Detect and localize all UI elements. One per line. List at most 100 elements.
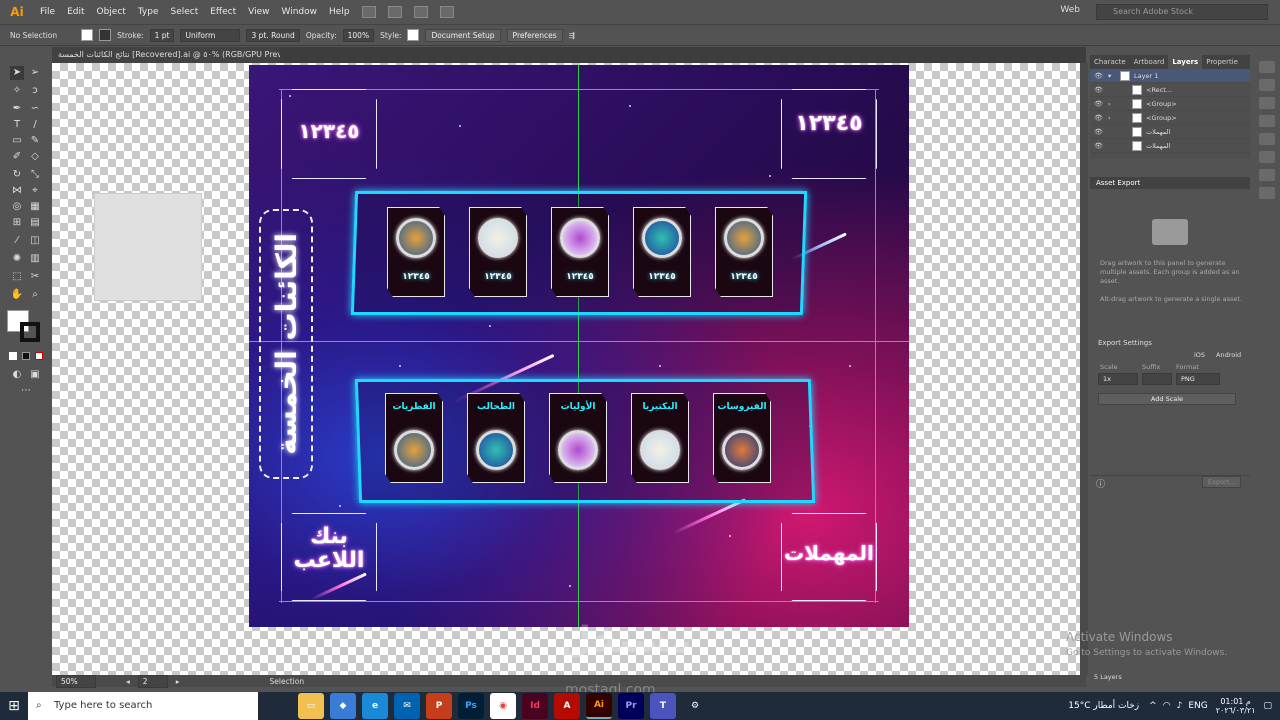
opacity-field[interactable]: 100% <box>342 28 375 42</box>
eye-icon[interactable]: 👁 <box>1094 100 1104 108</box>
layer-row[interactable]: 👁 ▾ Layer 1 <box>1090 69 1250 83</box>
eyedropper-icon[interactable]: ⁄ <box>10 234 24 248</box>
document-setup-button[interactable]: Document Setup <box>425 28 501 42</box>
format-select[interactable]: PNG <box>1176 373 1220 385</box>
gradient-panel-icon[interactable] <box>1259 151 1275 163</box>
preferences-button[interactable]: Preferences <box>506 28 563 42</box>
card[interactable]: البكتيريا <box>631 393 689 483</box>
guide-line[interactable] <box>578 65 579 627</box>
canvas-area[interactable]: ١٢٣٤٥ ١٢٣٤٥ بنك اللاعب المهملات الكائنات… <box>52 63 1086 675</box>
selection-tool-icon[interactable]: ➤ <box>10 66 24 80</box>
zoom-tool-icon[interactable]: ⌕ <box>28 288 42 302</box>
menu-type[interactable]: Type <box>132 0 165 24</box>
slice-tool-icon[interactable]: ✂ <box>28 270 42 284</box>
color-panel-icon[interactable] <box>1259 61 1275 73</box>
mail-icon[interactable]: ✉ <box>394 693 420 719</box>
shaper-tool-icon[interactable]: ✐ <box>10 150 24 164</box>
paintbrush-icon[interactable]: ✎ <box>28 134 42 148</box>
hand-tool-icon[interactable]: ✋ <box>10 288 24 302</box>
wifi-icon[interactable]: ◠ <box>1163 701 1171 711</box>
export-settings-header[interactable]: Export Settings <box>1090 339 1250 347</box>
scale-select[interactable]: 1x <box>1098 373 1138 385</box>
tab-artboards[interactable]: Artboard <box>1130 55 1169 69</box>
card[interactable]: الفطريات <box>385 393 443 483</box>
screen-mode-icon[interactable]: ▣ <box>28 368 42 382</box>
graphic-style-swatch[interactable] <box>407 29 420 41</box>
card[interactable]: الفيروسات <box>713 393 771 483</box>
menu-view[interactable]: View <box>242 0 275 24</box>
gradient-tool-icon[interactable]: ▤ <box>28 216 42 230</box>
card[interactable]: الأوليات <box>549 393 607 483</box>
card[interactable]: الطحالب <box>467 393 525 483</box>
stock-search-input[interactable]: Search Adobe Stock <box>1096 4 1268 20</box>
brushes-panel-icon[interactable] <box>1259 97 1275 109</box>
rectangle-tool-icon[interactable]: ▭ <box>10 134 24 148</box>
windows-start-icon[interactable]: ⊞ <box>0 692 28 720</box>
artboard-next-icon[interactable]: ▸ <box>176 677 180 686</box>
tray-up-icon[interactable]: ^ <box>1149 701 1157 711</box>
copilot-icon[interactable]: ◆ <box>330 693 356 719</box>
zoom-level[interactable]: 50% <box>56 674 96 688</box>
notification-icon[interactable]: ▢ <box>1263 701 1272 711</box>
card[interactable]: ١٢٣٤٥ <box>387 207 445 297</box>
gradient-mode-icon[interactable] <box>22 352 30 360</box>
pen-tool-icon[interactable]: ✒ <box>10 102 24 116</box>
color-mode-icon[interactable] <box>9 352 17 360</box>
file-explorer-icon[interactable]: ▭ <box>298 693 324 719</box>
none-mode-icon[interactable] <box>35 352 43 360</box>
document-tab[interactable]: نتائج الكائنات الخمسة [Recovered].ai @ ٥… <box>52 47 280 63</box>
free-transform-icon[interactable]: ⌖ <box>28 184 42 198</box>
premiere-icon[interactable]: Pr <box>618 693 644 719</box>
menu-effect[interactable]: Effect <box>204 0 242 24</box>
taskbar-search-input[interactable]: ⌕ Type here to search <box>28 692 258 720</box>
layer-row[interactable]: 👁 المهملات <box>1090 125 1250 139</box>
weather-widget[interactable]: 15°C زخات أمطار <box>1068 701 1139 711</box>
ios-label[interactable]: iOS <box>1194 351 1205 359</box>
scale-tool-icon[interactable]: ⤡ <box>28 168 42 182</box>
tab-character[interactable]: Characte <box>1090 55 1130 69</box>
layer-row[interactable]: 👁 › <Group> <box>1090 97 1250 111</box>
tab-layers[interactable]: Layers <box>1168 55 1203 69</box>
variable-width-profile[interactable]: Uniform <box>180 28 241 42</box>
card[interactable]: ١٢٣٤٥ <box>633 207 691 297</box>
width-tool-icon[interactable]: ⋈ <box>10 184 24 198</box>
layer-row[interactable]: 👁 المهملات <box>1090 139 1250 153</box>
magic-wand-icon[interactable]: ✧ <box>10 84 24 98</box>
guide-line[interactable] <box>249 341 909 342</box>
add-scale-button[interactable]: Add Scale <box>1098 393 1236 405</box>
menu-edit[interactable]: Edit <box>61 0 90 24</box>
photoshop-icon[interactable]: Ps <box>458 693 484 719</box>
swatches-panel-icon[interactable] <box>1259 79 1275 91</box>
teams-icon[interactable]: T <box>650 693 676 719</box>
artboard-tool-icon[interactable]: ⬚ <box>10 270 24 284</box>
layer-row[interactable]: 👁 › <Group> <box>1090 111 1250 125</box>
drawing-modes-icon[interactable]: ◐ <box>10 368 24 382</box>
stroke-panel-icon[interactable] <box>1259 133 1275 145</box>
menu-window[interactable]: Window <box>276 0 324 24</box>
transparency-panel-icon[interactable] <box>1259 169 1275 181</box>
eye-icon[interactable]: 👁 <box>1094 114 1104 122</box>
asset-export-header[interactable]: Asset Export <box>1090 177 1250 189</box>
edge-icon[interactable]: e <box>362 693 388 719</box>
shape-builder-icon[interactable]: ◎ <box>10 200 24 214</box>
fill-swatch[interactable] <box>81 29 94 41</box>
illustrator-icon[interactable]: Ai <box>586 693 612 719</box>
language-indicator[interactable]: ENG <box>1188 701 1207 711</box>
line-tool-icon[interactable]: / <box>28 118 42 132</box>
card[interactable]: ١٢٣٤٥ <box>715 207 773 297</box>
eye-icon[interactable]: 👁 <box>1094 142 1104 150</box>
arrange-documents-icon[interactable] <box>413 6 428 18</box>
align-icon[interactable]: ⇶ <box>569 31 575 40</box>
symbol-sprayer-icon[interactable]: ✺ <box>10 252 24 266</box>
send-icon[interactable] <box>439 6 454 18</box>
powerpoint-icon[interactable]: P <box>426 693 452 719</box>
indesign-icon[interactable]: Id <box>522 693 548 719</box>
workspace-switcher[interactable]: Web <box>1060 5 1080 15</box>
bridge-icon[interactable] <box>361 6 376 18</box>
chrome-icon[interactable]: ◉ <box>490 693 516 719</box>
android-label[interactable]: Android <box>1216 351 1241 359</box>
rotate-tool-icon[interactable]: ↻ <box>10 168 24 182</box>
artboard[interactable]: ١٢٣٤٥ ١٢٣٤٥ بنك اللاعب المهملات الكائنات… <box>249 65 909 627</box>
vertical-scrollbar[interactable] <box>1080 63 1088 675</box>
volume-icon[interactable]: ♪ <box>1177 701 1183 711</box>
